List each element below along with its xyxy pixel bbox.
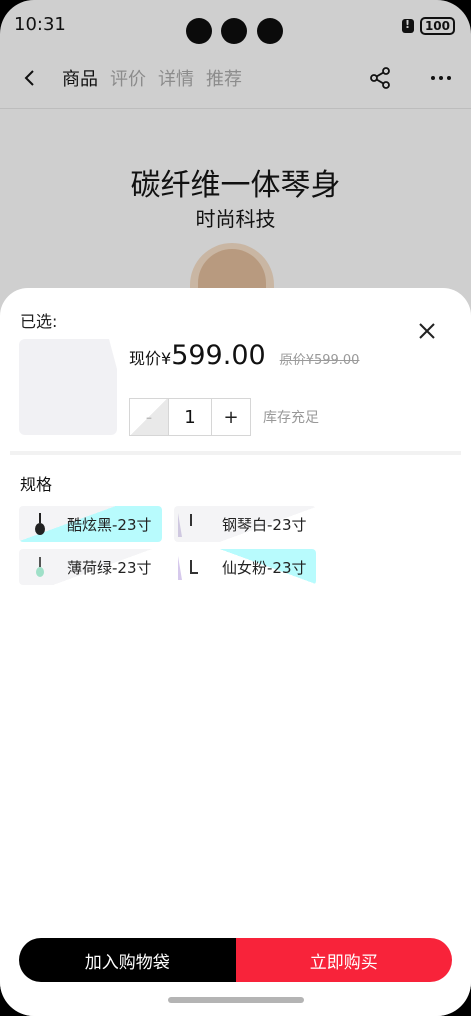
spec-option-label: 薄荷绿-23寸	[67, 558, 152, 577]
guitar-green-icon	[36, 557, 44, 577]
increase-button[interactable]: +	[212, 399, 250, 435]
quantity-stepper: - 1 +	[129, 398, 251, 436]
tab-recommend[interactable]: 推荐	[206, 65, 242, 91]
tab-product[interactable]: 商品	[62, 65, 98, 91]
stock-status: 库存充足	[263, 410, 319, 426]
status-time: 10:31	[14, 14, 66, 35]
spec-option-label: 酷炫黑-23寸	[67, 515, 152, 534]
original-price: 原价¥599.00	[279, 353, 360, 368]
top-nav: 商品 评价 详情 推荐	[0, 56, 471, 100]
guitar-white-icon	[178, 513, 192, 537]
camera-cutout	[221, 18, 247, 44]
tab-details[interactable]: 详情	[158, 65, 194, 91]
spec-option-black[interactable]: 酷炫黑-23寸	[19, 506, 162, 542]
guitar-pink-icon	[178, 556, 198, 580]
spec-option-pink[interactable]: 仙女粉-23寸	[174, 549, 316, 585]
tab-bar: 商品 评价 详情 推荐	[62, 65, 242, 91]
action-bar: 加入购物袋 立即购买	[19, 938, 452, 982]
alert-icon	[401, 18, 414, 33]
tab-reviews[interactable]: 评价	[110, 65, 146, 91]
selected-label: 已选:	[20, 312, 58, 331]
camera-cutout	[257, 18, 283, 44]
guitar-black-icon	[35, 513, 45, 535]
quantity-value[interactable]: 1	[168, 399, 212, 435]
nav-divider	[0, 108, 471, 109]
screen: 10:31 100 商品 评价 详情 推荐 碳纤维一体琴身 时尚科技	[0, 0, 471, 1016]
spec-option-green[interactable]: 薄荷绿-23寸	[19, 549, 162, 585]
buy-now-button[interactable]: 立即购买	[235, 938, 452, 982]
hero-subtitle: 时尚科技	[195, 207, 276, 231]
spec-option-label: 钢琴白-23寸	[222, 515, 307, 534]
current-price: 现价¥599.00	[129, 340, 266, 371]
share-icon[interactable]	[368, 66, 392, 90]
section-divider	[10, 451, 461, 455]
spec-option-white[interactable]: 钢琴白-23寸	[174, 506, 316, 542]
price-value: 599.00	[171, 340, 266, 371]
camera-cutout	[186, 18, 212, 44]
price-label: 现价	[129, 349, 162, 368]
home-indicator[interactable]	[168, 997, 304, 1003]
product-thumbnail	[19, 339, 117, 435]
spec-option-label: 仙女粉-23寸	[222, 558, 307, 577]
status-icons: 100	[401, 17, 455, 35]
hero-title: 碳纤维一体琴身	[130, 168, 341, 203]
spec-selection-sheet: 已选: 现价¥599.00 原价¥599.00 - 1 + 库存充足 规格 酷炫…	[0, 288, 471, 1016]
more-icon[interactable]	[430, 66, 452, 90]
add-to-bag-button[interactable]: 加入购物袋	[19, 938, 236, 982]
decrease-button[interactable]: -	[130, 399, 168, 435]
back-icon[interactable]	[20, 68, 40, 88]
battery-icon: 100	[419, 17, 455, 35]
spec-title: 规格	[20, 475, 53, 494]
currency-symbol: ¥	[161, 349, 172, 368]
price-row: 现价¥599.00 原价¥599.00	[129, 340, 359, 371]
close-icon[interactable]	[418, 322, 436, 340]
